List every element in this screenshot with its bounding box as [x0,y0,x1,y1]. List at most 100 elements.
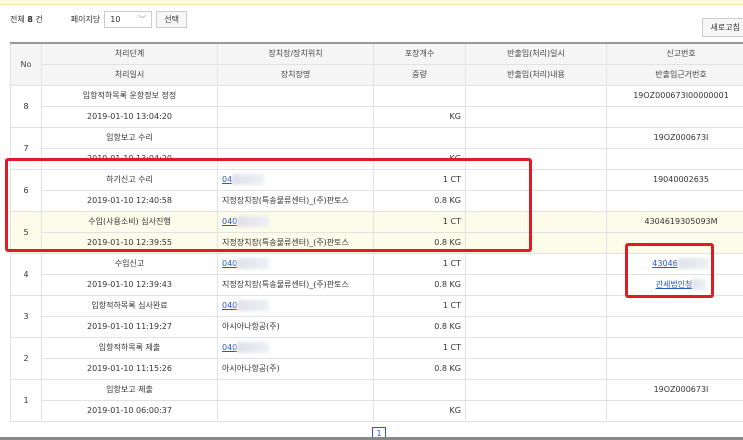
header-packages: 포장개수 [373,42,466,65]
location-cell[interactable]: 040 [217,294,374,317]
datetime-cell-text: 2019-01-10 11:15:26 [87,364,172,373]
per-page-select[interactable]: 10 ﹀ [104,10,153,28]
report-no-cell-text: 4304619305093M [644,217,718,226]
packages-cell-text: 1 CT [442,259,461,268]
inout-datetime-cell [465,294,607,317]
report-no-cell-text: 19040002635 [653,175,709,184]
highlight-box-rows [5,158,532,252]
table-row: 2 입항적하목록 제출 040 1 CT [10,336,743,380]
redacted-blur [237,342,270,353]
report-no-cell-text: 19OZ000673I [653,133,709,142]
stage-cell: 입항보고 제출 [41,378,218,401]
location-cell [217,84,374,107]
table-row: 2019-01-10 13:04:20 KG [11,105,743,128]
select-button[interactable]: 선택 [156,10,187,28]
inout-desc-cell [465,399,607,422]
table-row: 2019-01-10 11:15:26 아시아나항공(주) 0.8 KG [11,357,743,380]
datetime-cell-text: 2019-01-10 13:04:20 [87,112,172,121]
warehouse-cell: 지정장치장(특송물류센터)_(주)판토스 [217,273,374,296]
table-row: 2019-01-10 06:00:37 KG [11,399,743,422]
location-cell[interactable]: 040 [217,336,374,359]
basis-no-cell [606,315,743,338]
stage-cell-text: 입항보고 수리 [106,133,153,142]
location-cell [217,378,374,401]
inout-datetime-cell [465,126,607,149]
weight-cell: KG [373,105,466,128]
row-no-text: 4 [23,269,29,279]
table-row: 8 입항적하목록 운항정보 정정 19OZ000673I00000001 [10,84,743,128]
location-cell-link[interactable]: 040 [222,301,237,310]
per-page-value: 10 [110,14,121,24]
table-row: 1 입항보고 제출 19OZ000673I [10,378,743,422]
inout-desc-cell [465,273,607,296]
weight-cell: KG [373,399,466,422]
datetime-cell-text: 2019-01-10 11:19:27 [87,322,172,331]
report-no-cell: 19OZ000673I [606,126,743,149]
warehouse-cell: 아시아나항공(주) [217,315,374,338]
redacted-blur [237,258,270,269]
datetime-cell: 2019-01-10 11:19:27 [41,315,218,338]
location-cell-link[interactable]: 040 [222,343,237,352]
location-cell[interactable]: 040 [217,252,374,275]
stage-cell-text: 입항적하목록 심사완료 [91,301,168,310]
packages-cell: 1 CT [373,294,466,317]
weight-cell-text: KG [449,406,461,415]
weight-cell-text: KG [449,112,461,121]
datetime-cell: 2019-01-10 11:15:26 [41,357,218,380]
weight-cell-text: 0.8 KG [434,364,461,373]
datetime-cell: 2019-01-10 06:00:37 [41,399,218,422]
inout-desc-cell [465,315,607,338]
stage-cell-text: 수입신고 [114,259,145,268]
report-no-cell: 19040002635 [606,168,743,191]
warehouse-cell-text: 지정장치장(특송물류센터)_(주)판토스 [222,280,349,289]
inout-datetime-cell [465,336,607,359]
weight-cell: 0.8 KG [373,357,466,380]
header-warehouse: 장치장명 [217,63,374,86]
row-no-text: 8 [23,101,29,111]
datetime-cell-text: 2019-01-10 12:39:43 [87,280,172,289]
warehouse-cell: 아시아나항공(주) [217,357,374,380]
basis-no-cell [606,189,743,212]
warehouse-cell [217,105,374,128]
table-row: 2019-01-10 11:19:27 아시아나항공(주) 0.8 KG [11,315,743,338]
datetime-cell-text: 2019-01-10 06:00:37 [87,406,172,415]
header-location: 장치장/장치위치 [217,42,374,65]
header-weight: 중량 [373,63,466,86]
header-datetime: 처리일시 [41,63,218,86]
row-no-text: 7 [23,143,29,153]
highlight-box-report [625,243,714,298]
report-no-cell-text: 19OZ000673I [653,385,709,394]
location-cell-link[interactable]: 040 [222,259,237,268]
inout-datetime-cell [465,84,607,107]
row-no: 1 [10,378,42,422]
datetime-cell: 2019-01-10 12:39:43 [41,273,218,296]
packages-cell: 1 CT [373,252,466,275]
redacted-blur [237,300,270,311]
stage-cell: 입항적하목록 제출 [41,336,218,359]
location-cell [217,126,374,149]
basis-no-cell [606,147,743,170]
header-inout-desc: 반출입(처리)내용 [465,63,607,86]
packages-cell [373,378,466,401]
weight-cell-text: 0.8 KG [434,322,461,331]
report-no-cell-text: 19OZ000673I00000001 [633,91,729,100]
report-no-cell: 4304619305093M [606,210,743,233]
header-no: No [10,42,42,86]
packages-cell-text: 1 CT [442,301,461,310]
row-no-text: 3 [23,311,29,321]
header-stage: 처리단계 [41,42,218,65]
basis-no-cell [606,399,743,422]
packages-cell [373,84,466,107]
warehouse-cell-text: 아시아나항공(주) [222,322,280,331]
inout-datetime-cell [465,252,607,275]
refresh-button[interactable]: 새로고침 [701,18,743,37]
basis-no-cell [606,105,743,128]
report-no-cell: 19OZ000673I00000001 [606,84,743,107]
row-no: 8 [10,84,42,128]
chevron-down-icon: ﹀ [138,14,147,24]
stage-cell-text: 입항적하목록 운항정보 정정 [82,91,177,100]
packages-cell: 1 CT [373,336,466,359]
stage-cell: 입항보고 수리 [41,126,218,149]
row-no: 3 [10,294,42,338]
weight-cell-text: 0.8 KG [434,280,461,289]
